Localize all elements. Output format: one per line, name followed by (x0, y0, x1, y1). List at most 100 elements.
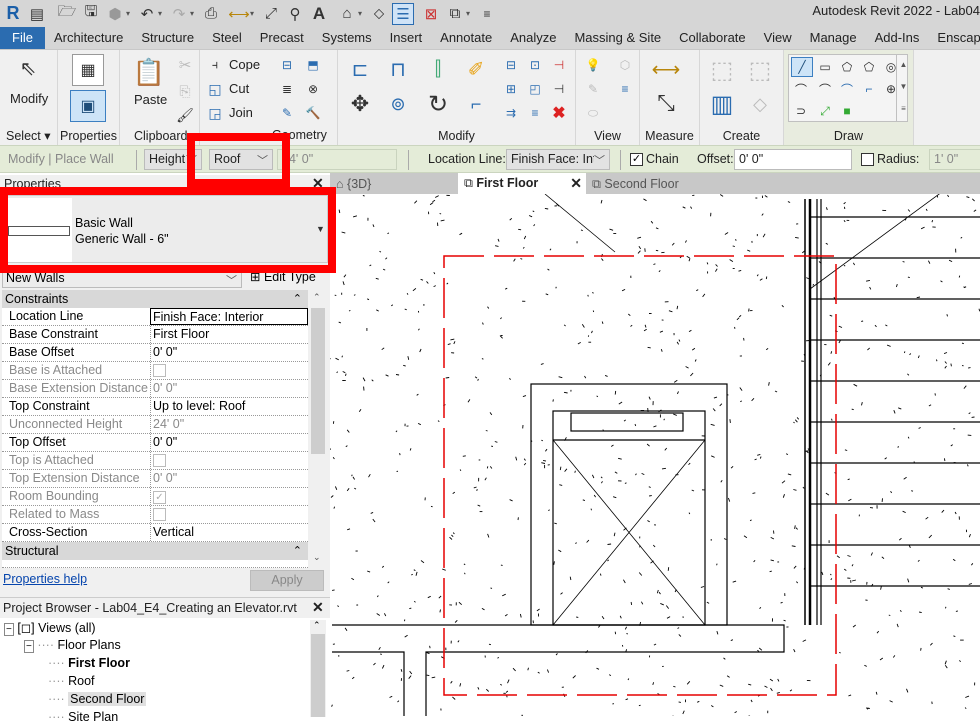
measure-icon[interactable]: ⟷ (228, 3, 250, 25)
wall-joins-icon[interactable]: ⊟ (278, 56, 296, 74)
cope-button[interactable]: Cope (229, 57, 260, 72)
revit-logo-icon[interactable]: R (2, 3, 24, 25)
cut-geometry-icon[interactable]: ◱ (206, 80, 224, 98)
level-dropdown[interactable]: Roof﹀ (209, 149, 273, 170)
tab-enscape-[interactable]: Enscape™ (928, 27, 980, 49)
application-menu-icon[interactable]: ▤ (26, 3, 48, 25)
switch-windows-icon[interactable]: ⧉ (444, 3, 466, 25)
tag-icon[interactable]: ⚲ (284, 3, 306, 25)
copy-icon[interactable]: ⎘ (176, 82, 194, 100)
join-roof-icon[interactable]: ≣ (278, 80, 296, 98)
view-tab-second-floor[interactable]: ⧉ Second Floor (592, 175, 722, 194)
floor-plan-drawing[interactable] (330, 194, 980, 716)
cut-button[interactable]: Cut (229, 81, 249, 96)
mirror-pick-axis-icon[interactable]: ⫿ (424, 56, 452, 82)
start-end-arc-icon[interactable]: ⌒ (791, 79, 811, 99)
scroll-up-icon[interactable]: ⌃ (313, 292, 321, 303)
paste-icon[interactable]: 📋 (134, 54, 164, 90)
offset-icon[interactable]: ⊓ (384, 56, 412, 82)
group-structural[interactable]: Structural⌃ (2, 542, 308, 560)
pick-lines-icon[interactable]: ⤢ (815, 101, 835, 121)
browser-item[interactable]: ···· Site Plan (48, 710, 118, 724)
linework-icon[interactable]: ✎ (584, 80, 602, 98)
demolish-icon[interactable]: ⊗ (304, 80, 322, 98)
sync-icon[interactable]: ⬢ (104, 3, 126, 25)
location-line-dropdown[interactable]: Finish Face: Inte﹀ (506, 149, 610, 170)
inscribed-polygon-icon[interactable]: ⬠ (837, 57, 857, 77)
pin-icon[interactable]: ⊣ (550, 80, 568, 98)
view-tab-3d[interactable]: ⌂ {3D} (336, 175, 456, 194)
aligned-dimension-icon[interactable]: ⤢ (260, 3, 282, 25)
thin-lines-icon[interactable]: ☰ (392, 3, 414, 25)
trim-extend-corner-icon[interactable]: ⌐ (462, 90, 490, 118)
trim-multiple-icon[interactable]: ≡ (526, 104, 544, 122)
tab-massing-site[interactable]: Massing & Site (565, 27, 670, 49)
tab-precast[interactable]: Precast (251, 27, 313, 49)
property-value[interactable]: 0' 0" (150, 434, 308, 451)
split-gap-icon[interactable]: ⊡ (526, 56, 544, 74)
join-button[interactable]: Join (229, 105, 253, 120)
open-icon[interactable]: 🗁 (56, 3, 78, 25)
circumscribed-polygon-icon[interactable]: ⬠ (859, 57, 879, 77)
copy-element-icon[interactable]: ⊚ (384, 90, 412, 118)
property-value[interactable]: Finish Face: Interior (150, 308, 308, 325)
undo-icon[interactable]: ↶ (136, 3, 158, 25)
height-value-field[interactable]: 24' 0" (277, 149, 397, 170)
save-icon[interactable]: 🖫 (80, 3, 102, 25)
chain-checkbox[interactable]: ✓ (630, 153, 643, 166)
split-face-icon[interactable]: ⬒ (304, 56, 322, 74)
scroll-down-icon[interactable]: ⌄ (313, 552, 321, 563)
dropdown-icon[interactable]: ▾ (358, 9, 366, 18)
browser-item[interactable]: ···· First Floor (48, 656, 130, 670)
tab-systems[interactable]: Systems (313, 27, 381, 49)
pick-faces-icon[interactable]: ■ (837, 101, 857, 121)
create-assembly-icon[interactable]: ⬚ (706, 54, 738, 86)
array-icon[interactable]: ⊞ (502, 80, 520, 98)
split-element-icon[interactable]: ⊟ (502, 56, 520, 74)
properties-help-link[interactable]: Properties help (3, 572, 87, 586)
partial-ellipse-icon[interactable]: ⊃ (791, 101, 811, 121)
align-icon[interactable]: ⊏ (346, 56, 374, 82)
tab-insert[interactable]: Insert (381, 27, 432, 49)
unpin-icon[interactable]: ⊣ (550, 56, 568, 74)
measure-along-icon[interactable]: ⤡ (648, 88, 684, 118)
scroll-thumb[interactable] (311, 634, 325, 717)
create-group-icon[interactable]: ▥ (706, 88, 738, 120)
rotate-icon[interactable]: ↻ (424, 90, 452, 118)
browser-item[interactable]: ···· Second Floor (48, 692, 146, 706)
collapse-icon[interactable]: − (4, 623, 14, 636)
tab-manage[interactable]: Manage (801, 27, 866, 49)
scroll-thumb[interactable] (311, 308, 325, 454)
dropdown-icon[interactable]: ▾ (190, 9, 198, 18)
hammer-icon[interactable]: 🔨 (304, 104, 322, 122)
instance-filter-dropdown[interactable]: New Walls﹀ (2, 269, 242, 288)
gallery-scroll[interactable]: ▲▼≡ (896, 54, 910, 122)
tangent-arc-icon[interactable]: ⌒ (837, 79, 857, 99)
paste-button[interactable]: Paste (134, 92, 167, 107)
cut-clipboard-icon[interactable]: ✂ (176, 56, 194, 74)
dropdown-icon[interactable]: ▾ (158, 9, 166, 18)
browser-scrollbar[interactable]: ⌃ (310, 620, 326, 717)
apply-button[interactable]: Apply (250, 570, 324, 591)
dropdown-icon[interactable]: ▾ (250, 9, 258, 18)
join-icon[interactable]: ◲ (206, 104, 224, 122)
select-dropdown[interactable]: Select ▾ (6, 128, 57, 143)
create-similar-icon[interactable]: ◇ (744, 88, 776, 120)
type-selector[interactable]: Basic Wall Generic Wall - 6" ▼ (2, 195, 328, 263)
tab-annotate[interactable]: Annotate (431, 27, 501, 49)
tab-architecture[interactable]: Architecture (45, 27, 132, 49)
create-parts-icon[interactable]: ⬚ (744, 54, 776, 86)
drawing-canvas[interactable] (330, 194, 980, 716)
modify-button[interactable]: Modify (10, 91, 48, 106)
delete-icon[interactable]: ✖ (550, 104, 568, 122)
rectangle-icon[interactable]: ▭ (815, 57, 835, 77)
type-properties-icon[interactable]: ▦ (72, 54, 104, 86)
redo-icon[interactable]: ↷ (168, 3, 190, 25)
browser-item[interactable]: ···· Roof (48, 674, 95, 688)
text-icon[interactable]: A (308, 3, 330, 25)
select-box-icon[interactable]: ⬭ (584, 104, 602, 122)
line-icon[interactable]: ╱ (791, 57, 813, 77)
hide-bulb-icon[interactable]: 💡 (584, 56, 602, 74)
filter-icon[interactable]: ≡ (616, 80, 634, 98)
center-ends-arc-icon[interactable]: ⌒ (815, 79, 835, 99)
